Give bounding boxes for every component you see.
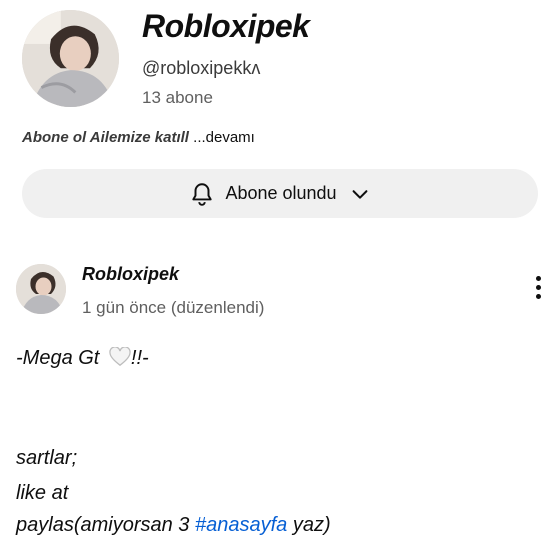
post-author-avatar[interactable]: [16, 264, 66, 314]
post-text-line-2: sartlar;: [16, 447, 78, 469]
channel-avatar[interactable]: [22, 10, 119, 107]
subscriber-count: 13 abone: [142, 88, 213, 107]
description-text: Abone ol Ailemize katıll: [22, 129, 189, 146]
post-author-name[interactable]: Robloxipek: [82, 264, 179, 285]
channel-name: Robloxipek: [142, 8, 310, 44]
post-text-segment: yaz): [287, 514, 331, 536]
post-text-segment: !!-: [130, 347, 149, 369]
chevron-down-icon: [352, 189, 367, 199]
channel-description[interactable]: Abone ol Ailemize katıll ...devamı: [22, 129, 255, 146]
subscribed-button[interactable]: Abone olundu: [22, 169, 538, 218]
more-vertical-icon[interactable]: [534, 276, 542, 306]
hashtag-link[interactable]: #anasayfa: [195, 514, 287, 536]
channel-handle: @robloxipekkᴧ: [142, 58, 261, 78]
show-more-link[interactable]: ...devamı: [189, 129, 255, 146]
subscribe-button-label: Abone olundu: [225, 183, 337, 203]
post-text-line-4: paylas(amiyorsan 3 #anasayfa yaz): [16, 514, 331, 537]
post-text-line-1: -Mega Gt !!-: [16, 347, 149, 370]
white-heart-icon: [109, 347, 131, 366]
post-text-segment: -Mega Gt: [16, 347, 105, 369]
post-timestamp: 1 gün önce (düzenlendi): [82, 298, 265, 317]
post-text-segment: paylas(amiyorsan 3: [16, 514, 195, 536]
bell-icon: [192, 182, 213, 206]
post-text-line-3: like at: [16, 482, 69, 504]
